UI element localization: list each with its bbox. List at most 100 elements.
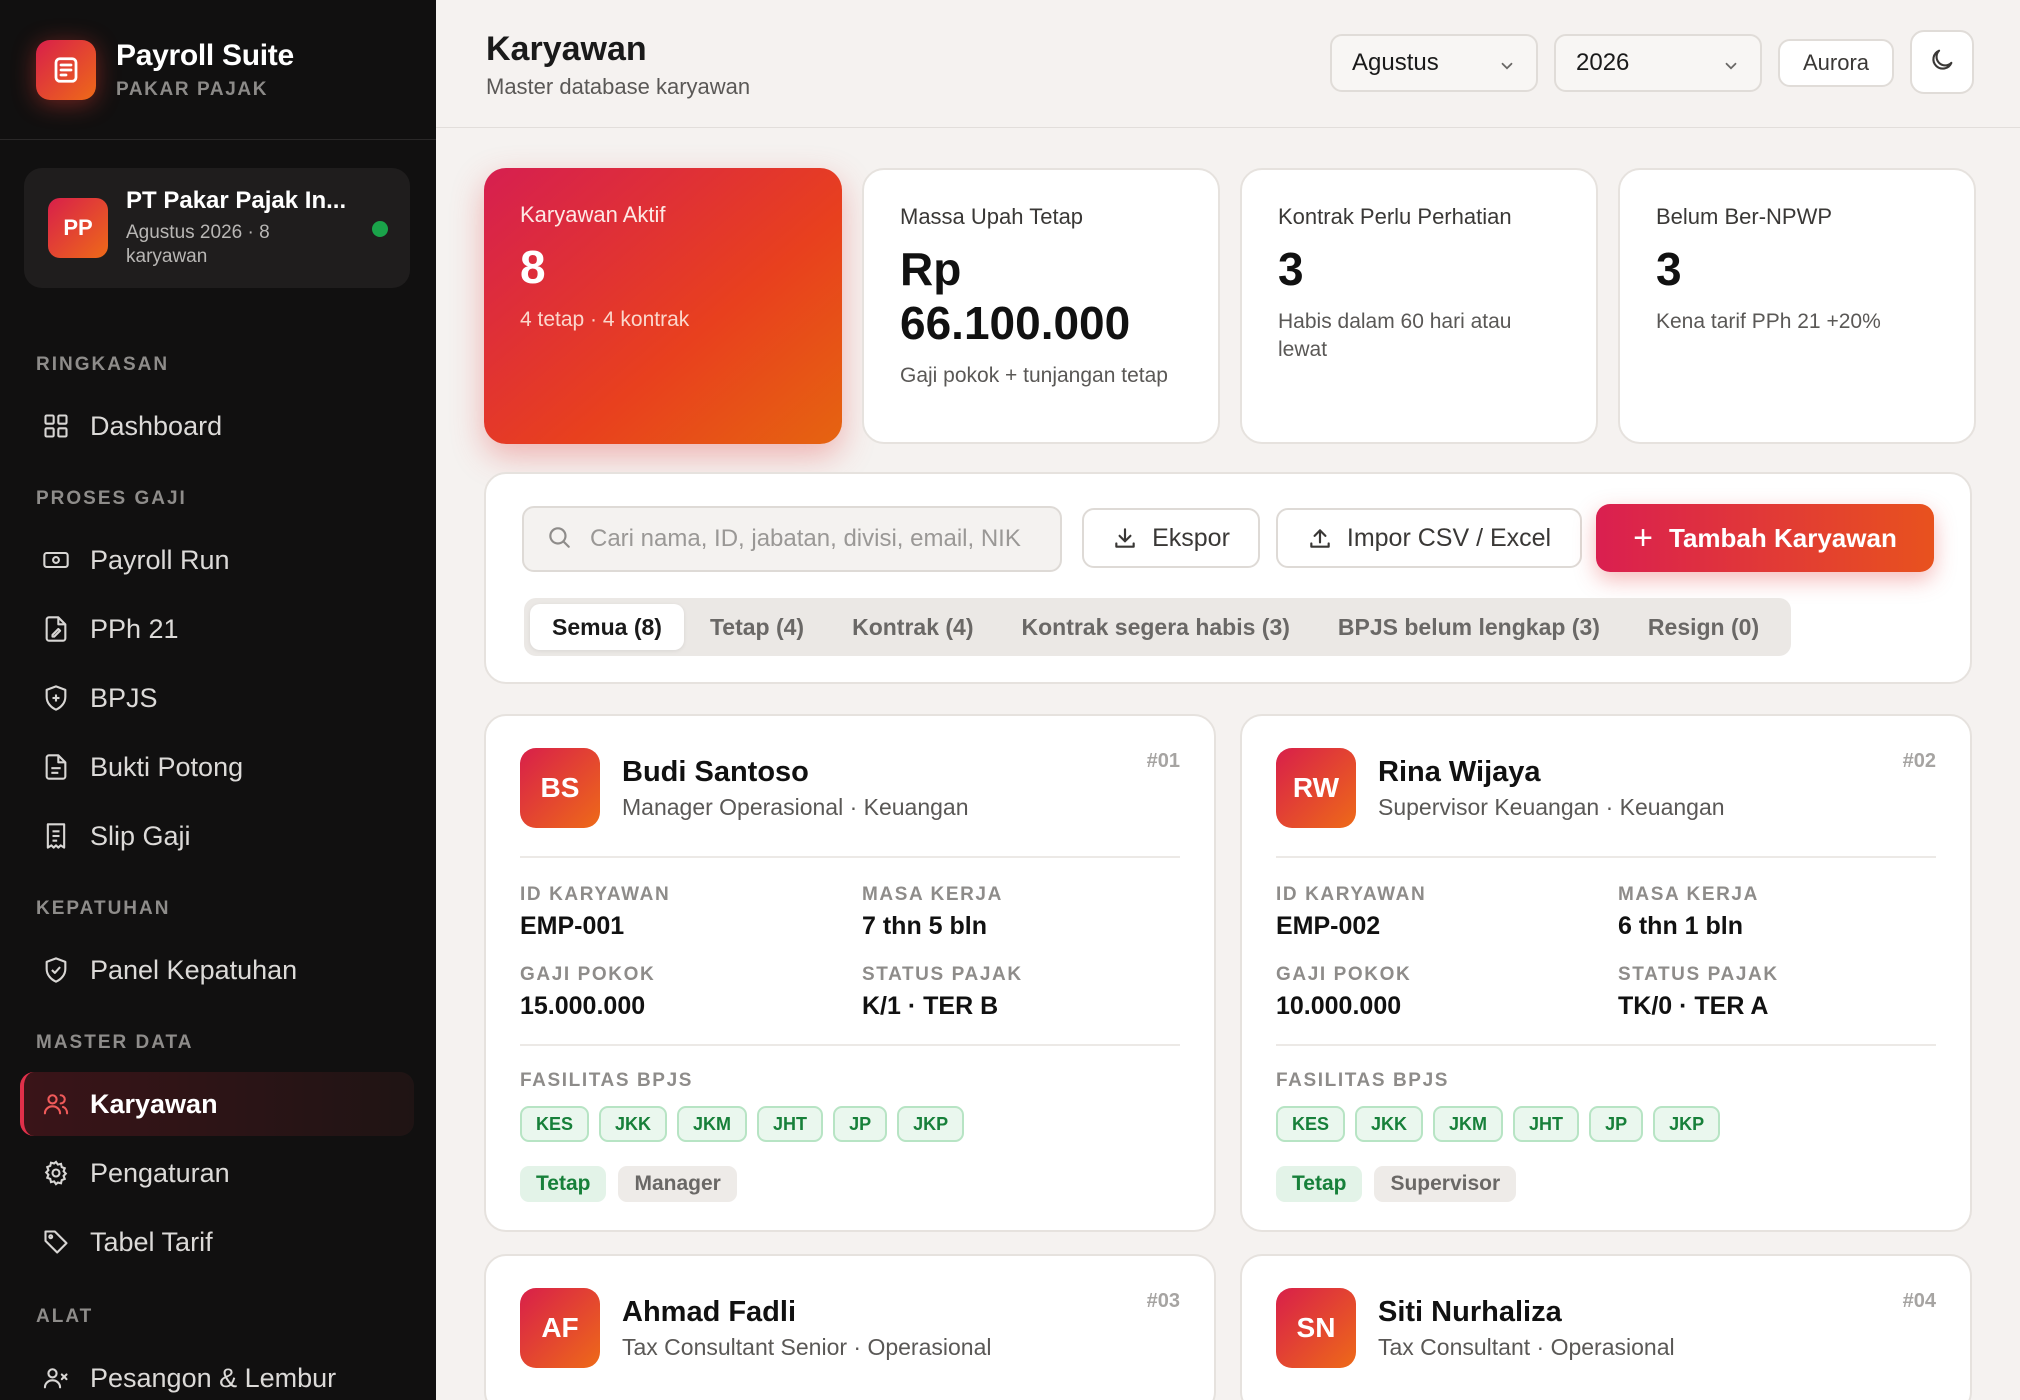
employee-number: #04 [1902,1290,1936,1312]
stat-card-massa-upah: Massa Upah Tetap Rp 66.100.000 Gaji poko… [862,168,1220,444]
month-select[interactable]: Agustus [1330,34,1538,92]
plus-icon: + [1633,519,1654,557]
employee-name: Budi Santoso [622,756,809,788]
brand: Payroll Suite PAKAR PAJAK [0,0,436,140]
employee-toolbar: Ekspor Impor CSV / Excel + Tambah Karyaw… [484,472,1972,684]
theme-aurora-button[interactable]: Aurora [1778,39,1894,87]
company-switcher[interactable]: PP PT Pakar Pajak In... Agustus 2026 · 8… [24,168,410,288]
sidebar-item-label: Dashboard [90,410,223,441]
dark-mode-toggle[interactable] [1910,30,1974,94]
field-value-id: EMP-002 [1276,912,1381,940]
employee-card[interactable]: RW Rina Wijaya Supervisor Keuangan · Keu… [1240,714,1972,1232]
field-value-id: EMP-001 [520,912,625,940]
sidebar-item-pesangon-lembur[interactable]: Pesangon & Lembur [20,1346,414,1400]
field-value-tenure: 7 thn 5 bln [862,912,987,940]
online-status-dot [372,221,388,237]
page-subtitle: Master database karyawan [486,74,751,99]
sidebar-item-label: Karyawan [90,1088,218,1119]
shield-check-icon [40,954,72,986]
bpjs-badge: KES [1276,1106,1346,1142]
position-tag: Manager [618,1166,737,1202]
divider [1276,856,1936,858]
sidebar-item-tabel-tarif[interactable]: Tabel Tarif [20,1210,414,1274]
employee-role: Tax Consultant Senior · Operasional [622,1334,992,1360]
field-value-tenure: 6 thn 1 bln [1618,912,1743,940]
year-select[interactable]: 2026 [1554,34,1762,92]
stat-label: Belum Ber-NPWP [1656,204,1833,229]
sidebar-item-label: Slip Gaji [90,820,191,851]
filter-tab-semua[interactable]: Semua (8) [530,604,684,650]
sidebar-item-bukti-potong[interactable]: Bukti Potong [20,735,414,799]
stat-value: Rp 66.100.000 [900,243,1131,349]
brand-title: Payroll Suite [116,38,294,72]
divider [520,856,1180,858]
employee-tags: Tetap Manager [520,1166,749,1202]
sidebar-item-label: Tabel Tarif [90,1226,213,1257]
field-label-salary: GAJI POKOK [1276,964,1412,985]
user-x-icon [40,1362,72,1394]
search-icon [546,524,572,555]
sidebar-item-karyawan[interactable]: Karyawan [20,1072,414,1136]
add-employee-button[interactable]: + Tambah Karyawan [1596,504,1934,572]
file-edit-icon [40,613,72,645]
bpjs-badge: JKK [1355,1106,1424,1142]
search-input[interactable] [590,525,1040,553]
employee-number: #01 [1146,750,1180,772]
import-button[interactable]: Impor CSV / Excel [1276,508,1582,568]
moon-icon [1928,46,1956,79]
stat-sub: Habis dalam 60 hari atau lewat [1278,310,1512,361]
sidebar-item-label: Payroll Run [90,544,230,575]
page-title: Karyawan [486,30,647,68]
sidebar-item-pph21[interactable]: PPh 21 [20,597,414,661]
filter-tab-bpjs-belum-lengkap[interactable]: BPJS belum lengkap (3) [1316,604,1622,650]
sidebar-item-label: Pengaturan [90,1157,230,1188]
employee-avatar: RW [1276,748,1356,828]
employee-number: #02 [1902,750,1936,772]
export-button[interactable]: Ekspor [1082,508,1260,568]
employee-card[interactable]: AF Ahmad Fadli Tax Consultant Senior · O… [484,1254,1216,1400]
sidebar-item-bpjs[interactable]: BPJS [20,666,414,730]
document-icon [36,39,96,100]
stat-sub: Gaji pokok + tunjangan tetap [900,364,1168,387]
field-label-tenure: MASA KERJA [862,884,1003,905]
sidebar-item-label: PPh 21 [90,613,179,644]
sidebar-item-dashboard[interactable]: Dashboard [20,394,414,458]
field-label-id: ID KARYAWAN [1276,884,1427,905]
bpjs-badges: KES JKK JKM JHT JP JKP [1276,1106,1730,1142]
bpjs-badge: JKP [897,1106,965,1142]
employee-card[interactable]: BS Budi Santoso Manager Operasional · Ke… [484,714,1216,1232]
divider [1276,1044,1936,1046]
sidebar-item-pengaturan[interactable]: Pengaturan [20,1141,414,1205]
employee-name: Ahmad Fadli [622,1296,797,1328]
nav-section-proses-gaji: PROSES GAJI [36,488,187,509]
brand-subtitle: PAKAR PAJAK [116,78,269,100]
employee-card[interactable]: SN Siti Nurhaliza Tax Consultant · Opera… [1240,1254,1972,1400]
stat-card-karyawan-aktif: Karyawan Aktif 8 4 tetap · 4 kontrak [484,168,842,444]
field-value-salary: 10.000.000 [1276,992,1402,1020]
sidebar-item-slip-gaji[interactable]: Slip Gaji [20,804,414,868]
nav-section-kepatuhan: KEPATUHAN [36,898,171,919]
sidebar: Payroll Suite PAKAR PAJAK PP PT Pakar Pa… [0,0,436,1400]
sidebar-item-label: Panel Kepatuhan [90,954,298,985]
filter-tab-tetap[interactable]: Tetap (4) [688,604,826,650]
stat-card-belum-npwp: Belum Ber-NPWP 3 Kena tarif PPh 21 +20% [1618,168,1976,444]
stat-sub: 4 tetap · 4 kontrak [520,308,690,331]
bpjs-badge: JKM [1433,1106,1504,1142]
import-label: Impor CSV / Excel [1346,523,1552,552]
stat-value: 3 [1278,243,1304,295]
upload-icon [1307,525,1333,551]
field-label-bpjs: FASILITAS BPJS [520,1070,694,1091]
employee-name: Rina Wijaya [1378,756,1541,788]
employee-avatar: SN [1276,1288,1356,1368]
topbar: Karyawan Master database karyawan Agustu… [436,0,2020,128]
sidebar-item-panel-kepatuhan[interactable]: Panel Kepatuhan [20,938,414,1002]
field-value-tax: TK/0 · TER A [1618,992,1769,1020]
filter-tab-resign[interactable]: Resign (0) [1626,604,1781,650]
bpjs-badge: JKP [1653,1106,1721,1142]
sidebar-item-payroll-run[interactable]: Payroll Run [20,528,414,592]
employment-type-tag: Tetap [1276,1166,1363,1202]
chevron-down-icon [1722,54,1740,82]
filter-tab-kontrak-segera-habis[interactable]: Kontrak segera habis (3) [999,604,1311,650]
filter-tab-kontrak[interactable]: Kontrak (4) [830,604,995,650]
shield-plus-icon [40,682,72,714]
